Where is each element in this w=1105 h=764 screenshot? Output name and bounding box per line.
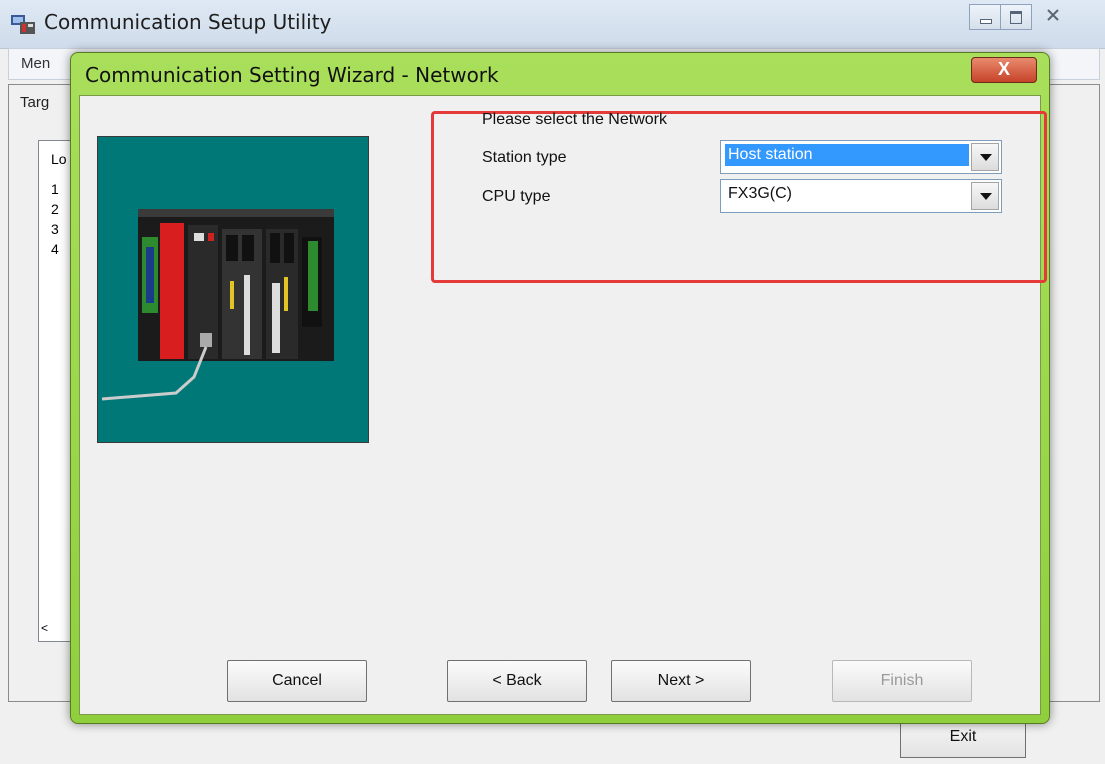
- menu-item[interactable]: Men: [21, 55, 50, 72]
- cpu-type-select[interactable]: FX3G(C): [720, 179, 1002, 213]
- maximize-icon[interactable]: [1000, 4, 1032, 30]
- back-button[interactable]: < Back: [447, 660, 587, 702]
- station-type-label: Station type: [482, 149, 567, 166]
- station-type-select[interactable]: Host station: [720, 140, 1002, 174]
- list-item[interactable]: 4: [51, 241, 59, 257]
- list-item[interactable]: 2: [51, 201, 59, 217]
- list-item[interactable]: 3: [51, 221, 59, 237]
- dialog-title: Communication Setting Wizard - Network: [85, 63, 499, 87]
- next-button[interactable]: Next >: [611, 660, 751, 702]
- app-icon: [11, 15, 35, 34]
- dialog-client-area: Please select the Network Station type H…: [79, 95, 1047, 715]
- network-prompt: Please select the Network: [482, 111, 667, 128]
- close-icon: X: [997, 59, 1010, 79]
- dialog-close-button[interactable]: X: [971, 57, 1037, 83]
- station-type-value: Host station: [725, 144, 969, 166]
- scroll-left-icon[interactable]: <: [41, 621, 48, 635]
- cpu-type-value: FX3G(C): [728, 185, 792, 202]
- tab-target[interactable]: Targ: [20, 94, 49, 111]
- cancel-button[interactable]: Cancel: [227, 660, 367, 702]
- chevron-down-icon[interactable]: [971, 143, 999, 171]
- cpu-type-label: CPU type: [482, 188, 551, 205]
- plc-illustration: [97, 136, 369, 443]
- list-header: Lo: [51, 151, 67, 167]
- parent-titlebar: Communication Setup Utility: [0, 0, 1105, 49]
- list-item[interactable]: 1: [51, 181, 59, 197]
- caption-buttons: [969, 4, 1075, 30]
- close-icon[interactable]: [1031, 4, 1075, 28]
- chevron-down-icon[interactable]: [971, 182, 999, 210]
- minimize-icon[interactable]: [969, 4, 1001, 30]
- parent-window-title: Communication Setup Utility: [44, 10, 332, 34]
- wizard-dialog: Communication Setting Wizard - Network X: [70, 52, 1050, 724]
- plc-rack-image: [101, 209, 334, 401]
- finish-button[interactable]: Finish: [832, 660, 972, 702]
